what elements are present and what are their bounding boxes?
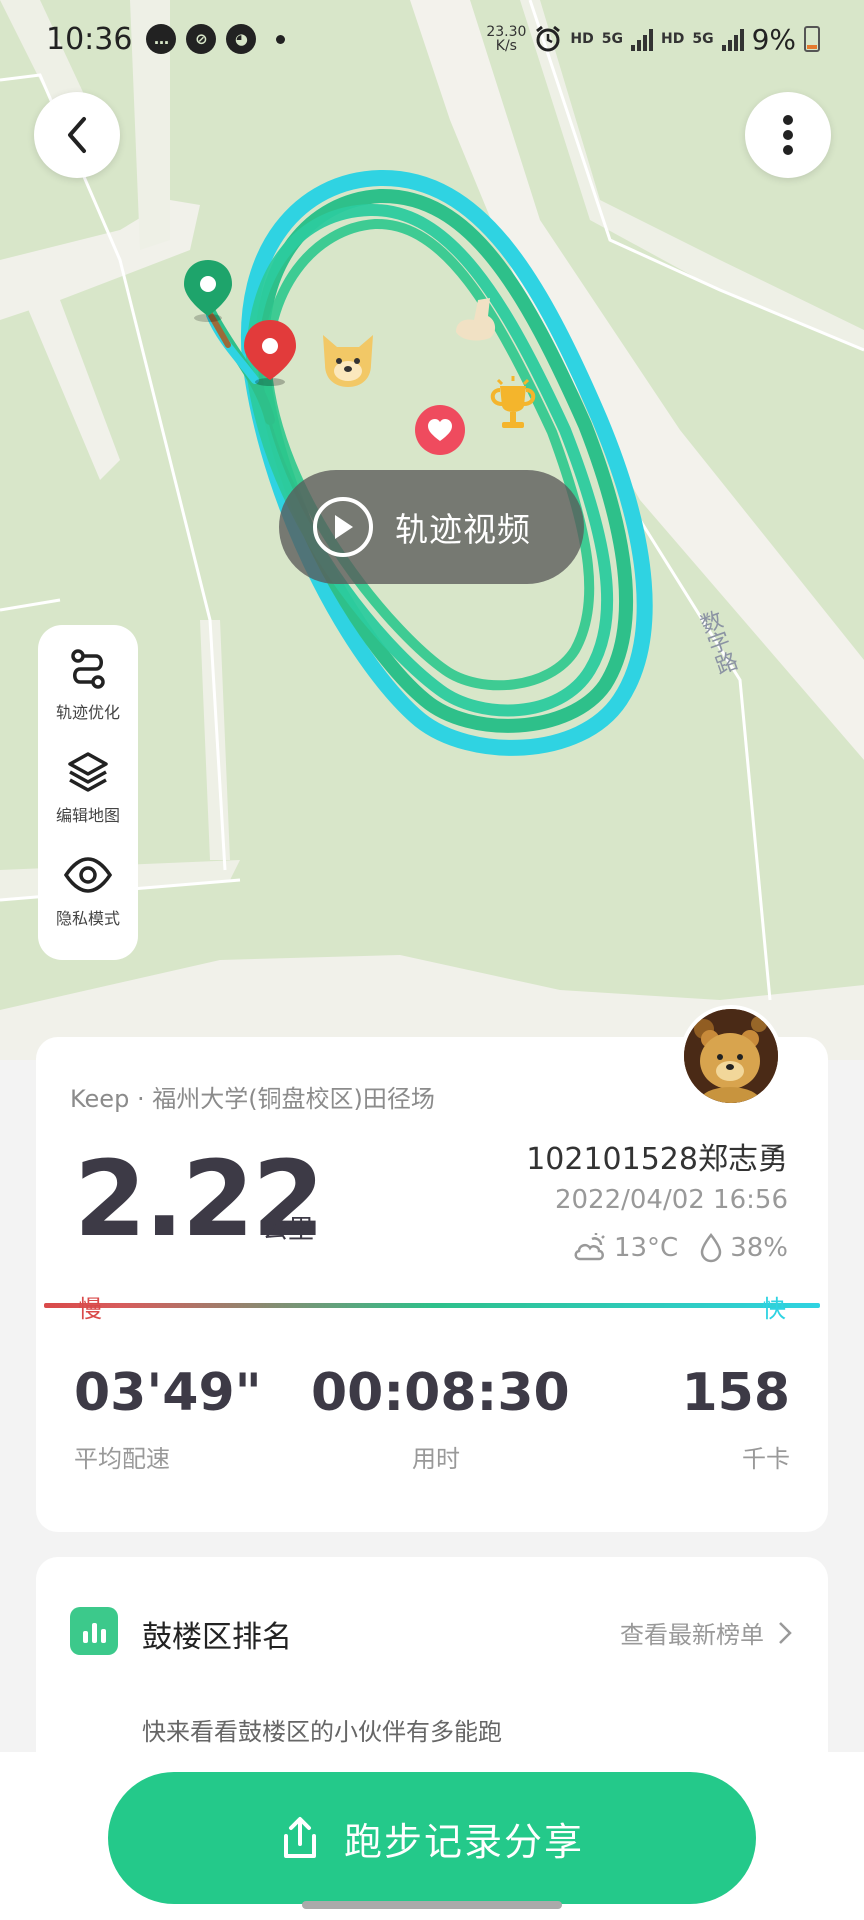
alarm-icon	[536, 25, 561, 52]
start-pin-icon	[184, 260, 232, 322]
map-tools-panel: 轨迹优化 编辑地图 隐私模式	[38, 625, 138, 960]
ranking-subtitle: 快来看看鼓楼区的小伙伴有多能跑	[142, 1718, 502, 1746]
duration-stat: 00:08:30 用时	[311, 1363, 570, 1473]
track-video-button[interactable]: 轨迹视频	[279, 470, 584, 584]
calories-stat: 158 千卡	[681, 1363, 790, 1473]
share-run-button[interactable]: 跑步记录分享	[108, 1772, 756, 1904]
status-time: 10:36	[46, 21, 133, 57]
heart-marker-icon	[415, 405, 465, 455]
battery-icon	[804, 26, 820, 52]
run-summary-card: Keep · 福州大学(铜盘校区)田径场 2.22 公里 102101528郑志…	[36, 1037, 828, 1532]
share-icon	[283, 1817, 316, 1858]
app-notification-icon: ⊘	[186, 24, 217, 54]
net-speed: 23.30 K/s	[486, 24, 527, 54]
back-button[interactable]	[34, 92, 120, 178]
wechat-icon: ◕	[226, 24, 257, 54]
avg-pace-stat: 03'49" 平均配速	[74, 1363, 262, 1473]
share-label: 跑步记录分享	[343, 1819, 584, 1864]
signal-2-icon	[721, 27, 744, 51]
trophy-icon	[490, 376, 536, 428]
more-notifications-icon	[276, 34, 286, 44]
battery-percent: 9%	[751, 22, 796, 56]
humidity: 38%	[730, 1233, 788, 1263]
ranking-chart-icon	[70, 1607, 118, 1655]
edit-map-button[interactable]: 编辑地图	[56, 750, 120, 853]
pace-gradient-bar	[44, 1303, 820, 1308]
distance-unit: 公里	[262, 1215, 315, 1245]
temperature: 13°C	[613, 1233, 679, 1263]
dog-sticker-icon	[323, 335, 373, 387]
view-latest-ranking-link[interactable]: 查看最新榜单	[620, 1615, 792, 1650]
weather-info: 13°C 38%	[572, 1233, 788, 1263]
avatar[interactable]	[680, 1005, 782, 1107]
ranking-title: 鼓楼区排名	[142, 1620, 292, 1655]
route-icon	[71, 649, 105, 689]
humidity-drop-icon	[700, 1233, 722, 1263]
username: 102101528郑志勇	[526, 1142, 788, 1177]
layers-icon	[68, 752, 108, 792]
track-optimize-button[interactable]: 轨迹优化	[56, 647, 120, 750]
message-icon: …	[146, 24, 177, 54]
chevron-left-icon	[68, 117, 86, 153]
home-indicator[interactable]	[302, 1901, 562, 1909]
play-icon	[313, 497, 373, 557]
bear-avatar-icon	[684, 1009, 778, 1103]
eye-icon	[63, 857, 112, 893]
privacy-mode-button[interactable]: 隐私模式	[56, 853, 120, 956]
bottom-bar: 跑步记录分享	[0, 1752, 864, 1920]
run-datetime: 2022/04/02 16:56	[554, 1185, 788, 1215]
muscle-sticker-icon	[456, 298, 496, 341]
more-vertical-icon	[783, 115, 793, 155]
venue-label: Keep · 福州大学(铜盘校区)田径场	[70, 1085, 435, 1113]
fast-label: 快	[762, 1295, 786, 1323]
signal-1-icon	[631, 27, 653, 51]
notification-icons: … ⊘ ◕	[146, 24, 286, 54]
chevron-right-icon	[779, 1621, 792, 1644]
end-pin-icon	[244, 320, 296, 386]
more-options-button[interactable]	[745, 92, 831, 178]
track-video-label: 轨迹视频	[395, 510, 531, 549]
partly-cloudy-icon	[574, 1233, 605, 1261]
status-bar: 10:36 … ⊘ ◕ 23.30 K/s HD 5G HD 5G 9%	[0, 0, 864, 78]
slow-label: 慢	[78, 1295, 102, 1323]
